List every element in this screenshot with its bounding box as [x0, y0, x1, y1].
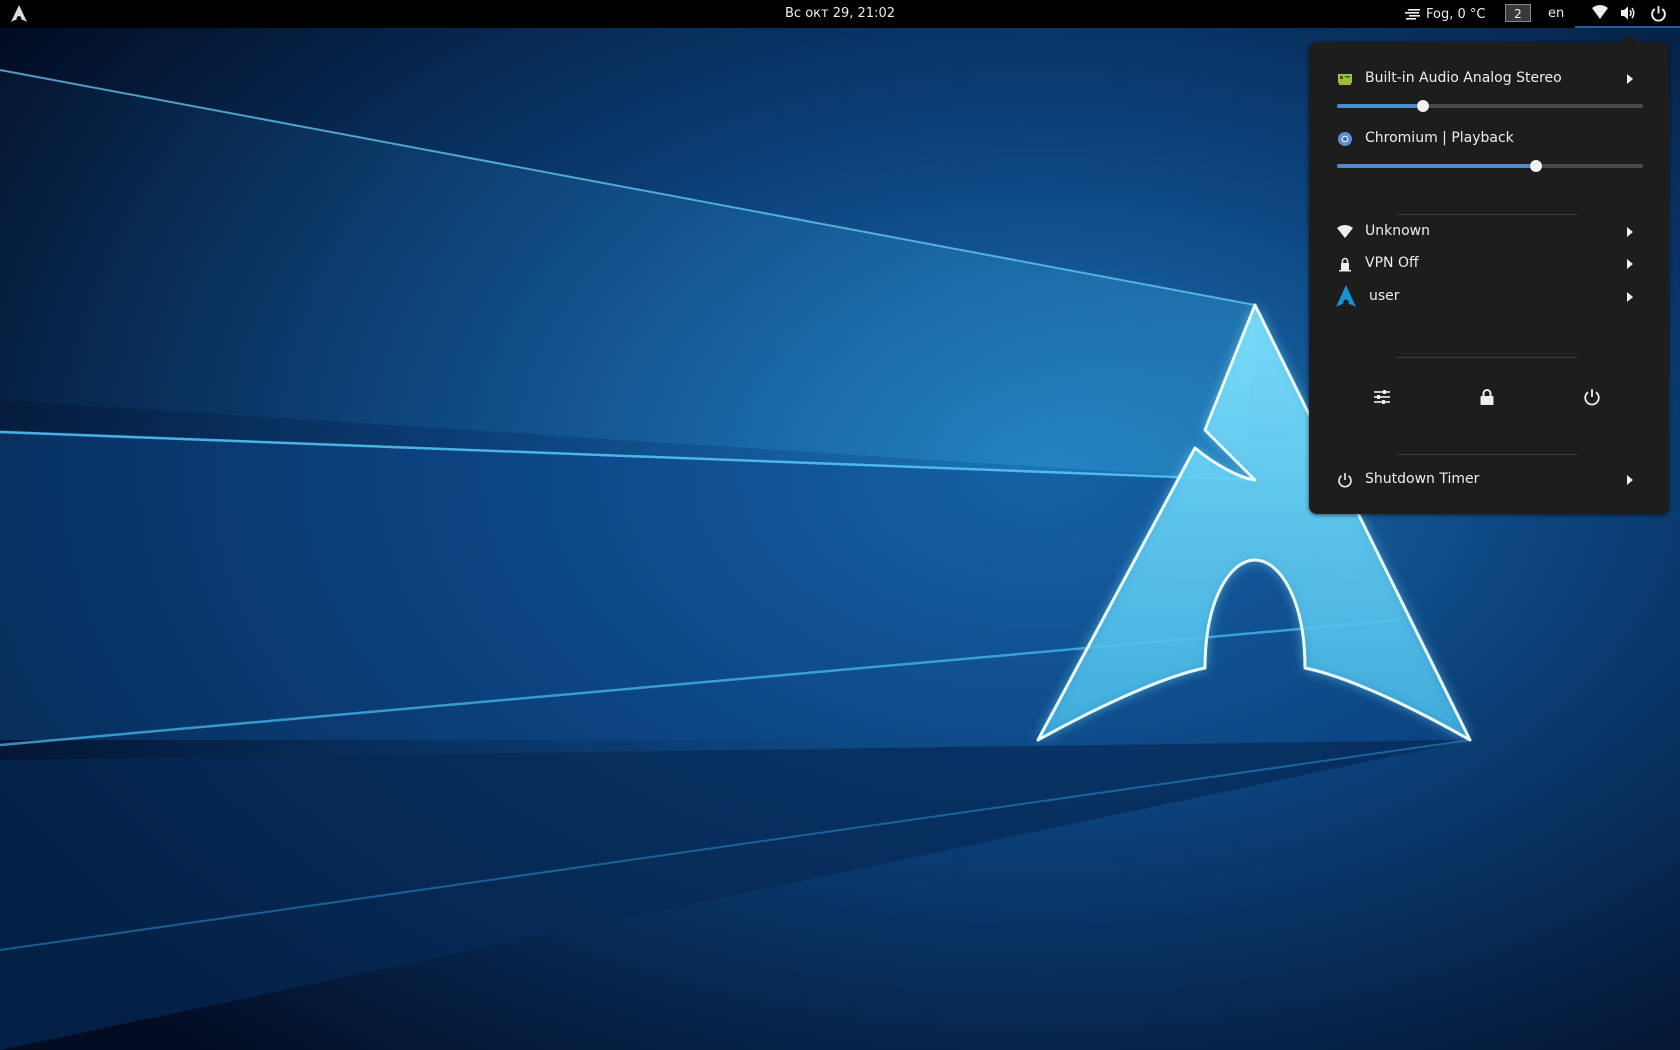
- slider-handle[interactable]: [1529, 160, 1542, 172]
- activities-button[interactable]: [8, 3, 30, 25]
- slider-fill: [1337, 164, 1536, 168]
- chevron-right-icon: [1627, 259, 1633, 269]
- chromium-icon: [1338, 132, 1352, 146]
- app-stream-item[interactable]: Chromium | Playback: [1309, 125, 1669, 153]
- weather-indicator[interactable]: Fog, 0 °C: [1405, 6, 1485, 22]
- app-volume-slider[interactable]: [1337, 158, 1643, 174]
- volume-icon: [1621, 6, 1635, 20]
- wifi-item[interactable]: Unknown: [1309, 218, 1669, 246]
- separator: [1396, 454, 1578, 455]
- system-menu-popup: Built-in Audio Analog Stereo Chromium | …: [1309, 42, 1669, 514]
- user-label: user: [1369, 288, 1400, 304]
- system-status-area[interactable]: [1575, 0, 1680, 28]
- user-item[interactable]: user: [1309, 283, 1669, 311]
- shutdown-timer-item[interactable]: Shutdown Timer: [1309, 466, 1669, 494]
- power-icon: [1338, 473, 1352, 488]
- lock-screen-button[interactable]: [1472, 382, 1502, 412]
- chevron-right-icon: [1627, 227, 1633, 237]
- shutdown-timer-label: Shutdown Timer: [1365, 471, 1480, 487]
- output-volume-slider[interactable]: [1337, 98, 1643, 114]
- power-off-button[interactable]: [1577, 382, 1607, 412]
- settings-button[interactable]: [1367, 382, 1397, 412]
- weather-fog-icon: [1405, 9, 1420, 20]
- app-stream-label: Chromium | Playback: [1365, 130, 1514, 146]
- separator: [1396, 214, 1578, 215]
- chevron-right-icon: [1627, 292, 1633, 302]
- power-off-icon: [1584, 389, 1600, 406]
- power-icon: [1651, 6, 1666, 22]
- chevron-right-icon: [1627, 475, 1633, 485]
- audio-output-item[interactable]: Built-in Audio Analog Stereo: [1309, 65, 1669, 93]
- wifi-icon: [1592, 5, 1608, 19]
- separator: [1396, 357, 1578, 358]
- vpn-lock-icon: [1339, 257, 1351, 272]
- weather-text: Fog, 0 °C: [1426, 6, 1486, 22]
- system-actions: [1309, 382, 1669, 412]
- arch-logo-icon: [11, 5, 27, 22]
- audio-output-label: Built-in Audio Analog Stereo: [1365, 70, 1562, 86]
- slider-handle[interactable]: [1416, 100, 1429, 112]
- clock-date-time[interactable]: Вс окт 29, 21:02: [785, 6, 895, 21]
- vpn-label: VPN Off: [1365, 255, 1419, 271]
- chevron-right-icon: [1627, 74, 1633, 84]
- soundcard-icon: [1338, 74, 1352, 85]
- top-panel: Вс окт 29, 21:02 Fog, 0 °C 2 en: [0, 0, 1680, 28]
- workspace-indicator[interactable]: 2: [1505, 4, 1531, 22]
- wifi-icon: [1337, 225, 1353, 238]
- settings-icon: [1374, 390, 1390, 404]
- keyboard-layout-indicator[interactable]: en: [1548, 6, 1564, 21]
- wifi-label: Unknown: [1365, 223, 1430, 239]
- arch-logo-icon: [1336, 285, 1356, 307]
- slider-fill: [1337, 104, 1423, 108]
- vpn-item[interactable]: VPN Off: [1309, 250, 1669, 278]
- lock-icon: [1480, 389, 1494, 405]
